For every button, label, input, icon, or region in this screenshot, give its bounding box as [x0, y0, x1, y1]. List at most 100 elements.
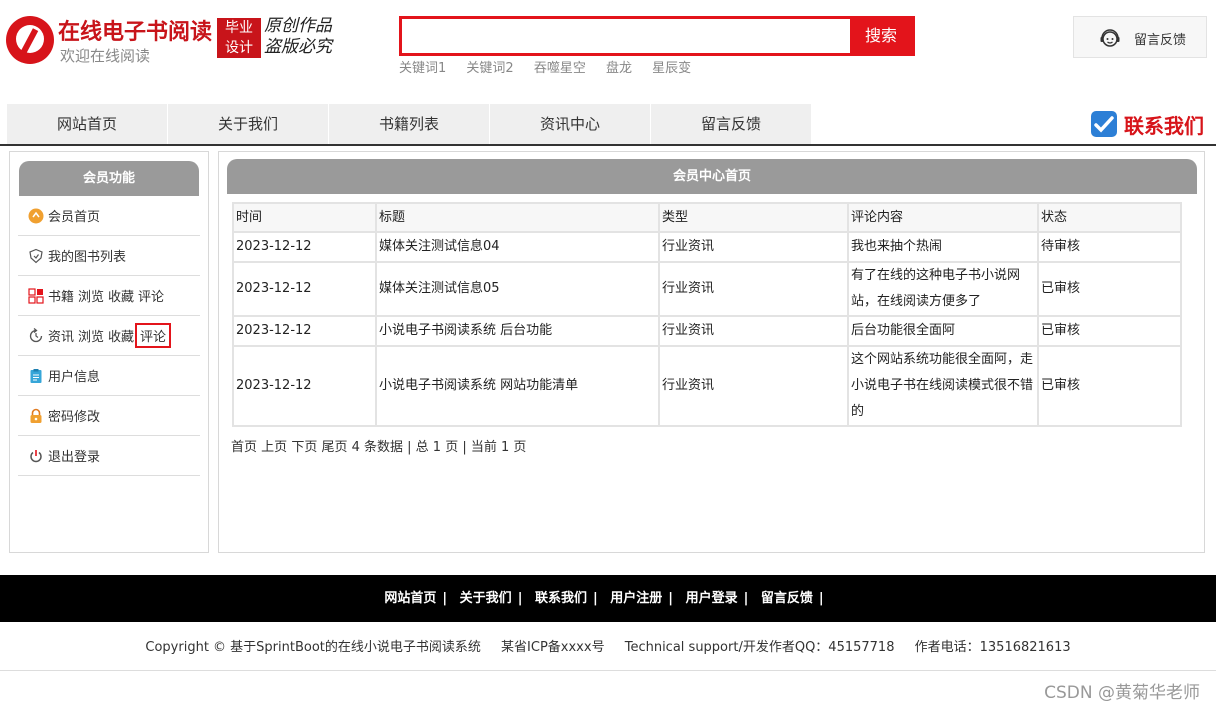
footer-link-home[interactable]: 网站首页 [384, 591, 436, 606]
keyword-link[interactable]: 关键词1 [399, 61, 446, 76]
slogan-line-1: 原创作品 [264, 16, 332, 36]
badge-line-1: 毕业 [225, 20, 253, 36]
book-favorite-link[interactable]: 收藏 [108, 286, 134, 305]
sidebar-item-books: 书籍 浏览 收藏 评论 [18, 276, 200, 316]
grid-icon [28, 287, 44, 304]
column-header-type: 类型 [660, 204, 847, 231]
cell-type: 行业资讯 [660, 263, 847, 315]
keyword-link[interactable]: 吞噬星空 [534, 61, 586, 76]
sidebar-item-my-books[interactable]: 我的图书列表 [18, 236, 200, 276]
nav-feedback[interactable]: 留言反馈 [651, 104, 812, 144]
copyright-text: Copyright © 基于SprintBoot的在线小说电子书阅读系统 [145, 640, 481, 655]
table-row: 2023-12-12 媒体关注测试信息04 行业资讯 我也来抽个热闹 待审核 [234, 233, 1180, 261]
sidebar-item-label: 会员首页 [48, 210, 101, 225]
sidebar-item-news: 资讯 浏览 收藏 评论 [18, 316, 200, 356]
pager-last[interactable]: 尾页 [321, 440, 347, 455]
book-comment-link[interactable]: 评论 [138, 286, 164, 305]
footer-nav: 网站首页 | 关于我们 | 联系我们 | 用户注册 | 用户登录 | 留言反馈 | [0, 575, 1216, 622]
cell-status: 已审核 [1039, 347, 1180, 425]
member-center-panel: 会员中心首页 时间 标题 类型 评论内容 状态 2023-12-12 媒体关注测… [218, 151, 1205, 553]
table-row: 2023-12-12 小说电子书阅读系统 网站功能清单 行业资讯 这个网站系统功… [234, 347, 1180, 425]
hot-keywords: 关键词1 关键词2 吞噬星空 盘龙 星辰变 [399, 57, 707, 76]
footer-link-contact[interactable]: 联系我们 [535, 591, 587, 606]
slogan-line-2: 盗版必究 [264, 37, 332, 57]
keyword-link[interactable]: 关键词2 [466, 61, 513, 76]
footer-link-login[interactable]: 用户登录 [686, 591, 738, 606]
footer-link-about[interactable]: 关于我们 [460, 591, 512, 606]
cell-time: 2023-12-12 [234, 233, 375, 261]
news-browse-link[interactable]: 浏览 [78, 326, 104, 345]
search-button[interactable]: 搜索 [850, 19, 912, 53]
cell-comment: 有了在线的这种电子书小说网站，在线阅读方便多了 [849, 263, 1037, 315]
search-input[interactable] [402, 19, 854, 53]
contact-us-label: 联系我们 [1124, 114, 1204, 138]
cell-type: 行业资讯 [660, 317, 847, 345]
watermark: CSDN @黄菊华老师 [1044, 683, 1200, 703]
pager-first[interactable]: 首页 [231, 440, 257, 455]
cell-status: 已审核 [1039, 317, 1180, 345]
nav-news[interactable]: 资讯中心 [490, 104, 651, 144]
cell-time: 2023-12-12 [234, 347, 375, 425]
cell-title: 媒体关注测试信息04 [377, 233, 658, 261]
sidebar-item-label: 退出登录 [48, 450, 101, 465]
keyword-link[interactable]: 星辰变 [652, 61, 691, 76]
sidebar-item-label: 书籍 [48, 290, 75, 305]
logo-subtitle: 欢迎在线阅读 [60, 47, 151, 65]
refresh-icon [29, 327, 43, 342]
support-text: Technical support/开发作者QQ：45157718 [624, 640, 895, 655]
graduation-badge: 毕业 设计 [217, 18, 261, 58]
pager-next[interactable]: 下页 [291, 440, 317, 455]
sidebar-item-logout[interactable]: 退出登录 [18, 436, 200, 476]
nav-home[interactable]: 网站首页 [7, 104, 168, 144]
logo-icon [6, 16, 54, 64]
column-header-title: 标题 [377, 204, 658, 231]
book-browse-link[interactable]: 浏览 [78, 286, 104, 305]
slogan: 原创作品 盗版必究 [264, 16, 332, 58]
logo-title: 在线电子书阅读 [58, 20, 213, 45]
cell-time: 2023-12-12 [234, 317, 375, 345]
sidebar-item-label: 资讯 [48, 330, 75, 345]
pager-prev[interactable]: 上页 [261, 440, 287, 455]
cell-status: 已审核 [1039, 263, 1180, 315]
cell-time: 2023-12-12 [234, 263, 375, 315]
news-comment-link[interactable]: 评论 [135, 323, 172, 348]
table-header-row: 时间 标题 类型 评论内容 状态 [234, 204, 1180, 231]
headset-icon [1100, 29, 1120, 47]
icp-text: 某省ICP备xxxx号 [501, 640, 605, 655]
power-icon [30, 449, 42, 462]
copyright-bar: Copyright © 基于SprintBoot的在线小说电子书阅读系统 某省I… [0, 636, 1216, 655]
footer-link-feedback[interactable]: 留言反馈 [761, 591, 813, 606]
sidebar-item-label: 我的图书列表 [48, 250, 127, 265]
cell-status: 待审核 [1039, 233, 1180, 261]
search-box: 搜索 [399, 16, 915, 56]
site-logo[interactable]: 在线电子书阅读 欢迎在线阅读 毕业 设计 原创作品 盗版必究 [6, 14, 346, 66]
feedback-button[interactable]: 留言反馈 [1073, 16, 1207, 58]
table-row: 2023-12-12 小说电子书阅读系统 后台功能 行业资讯 后台功能很全面阿 … [234, 317, 1180, 345]
cell-type: 行业资讯 [660, 347, 847, 425]
column-header-comment: 评论内容 [849, 204, 1037, 231]
sidebar-item-password[interactable]: 密码修改 [18, 396, 200, 436]
clipboard-icon [30, 368, 42, 383]
nav-books[interactable]: 书籍列表 [329, 104, 490, 144]
phone-text: 作者电话：13516821613 [914, 640, 1071, 655]
checkmark-icon [1091, 111, 1117, 137]
sidebar-item-member-home[interactable]: 会员首页 [18, 196, 200, 236]
keyword-link[interactable]: 盘龙 [606, 61, 632, 76]
footer-link-register[interactable]: 用户注册 [610, 591, 662, 606]
feedback-label: 留言反馈 [1134, 33, 1187, 48]
nav-about[interactable]: 关于我们 [168, 104, 329, 144]
panel-title: 会员中心首页 [227, 159, 1197, 194]
sidebar-item-label: 密码修改 [48, 410, 101, 425]
main-nav: 网站首页 关于我们 书籍列表 资讯中心 留言反馈 [7, 104, 812, 144]
column-header-time: 时间 [234, 204, 375, 231]
sidebar-menu: 会员首页 我的图书列表 书籍 浏览 收藏 评论 资讯 浏览 收藏 评论 用户信息… [18, 196, 200, 476]
table-row: 2023-12-12 媒体关注测试信息05 行业资讯 有了在线的这种电子书小说网… [234, 263, 1180, 315]
sidebar-item-user-info[interactable]: 用户信息 [18, 356, 200, 396]
nav-divider [0, 144, 1216, 146]
lock-icon [30, 408, 42, 423]
news-favorite-link[interactable]: 收藏 [108, 326, 134, 345]
cell-title: 媒体关注测试信息05 [377, 263, 658, 315]
badge-line-2: 设计 [225, 40, 253, 56]
home-icon [28, 208, 44, 223]
cell-title: 小说电子书阅读系统 网站功能清单 [377, 347, 658, 425]
